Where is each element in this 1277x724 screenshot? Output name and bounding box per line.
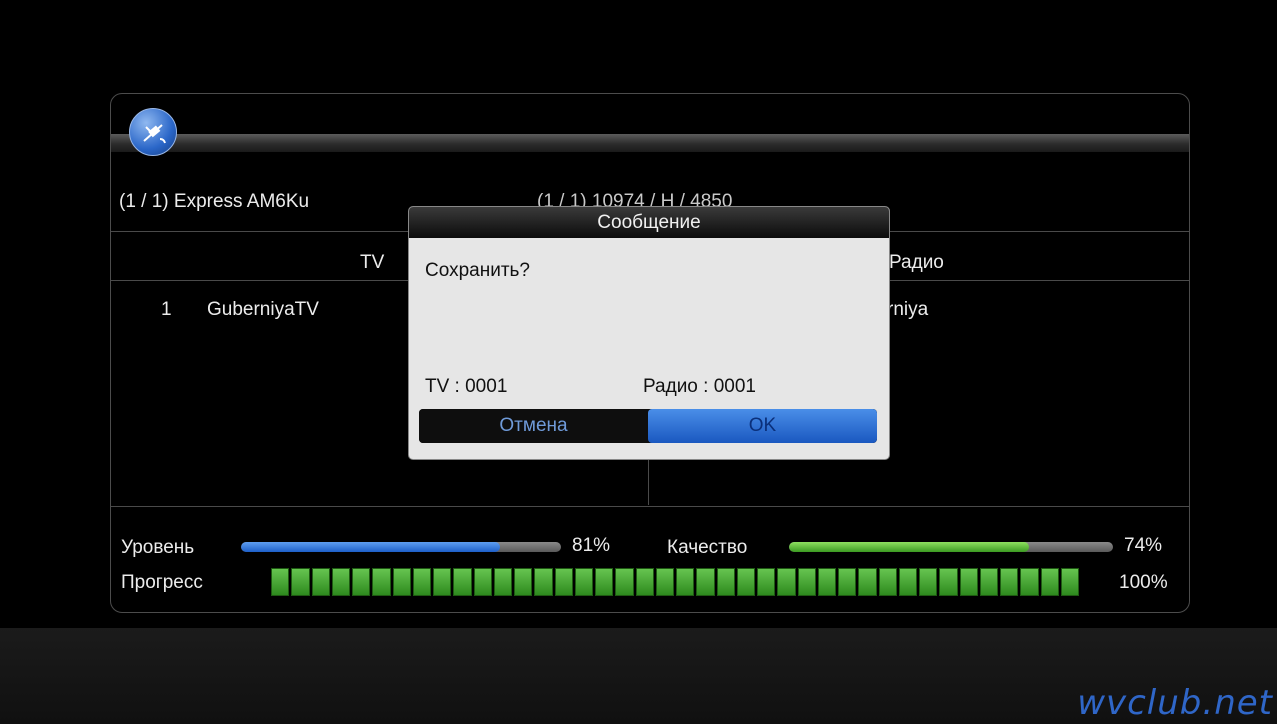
tv-column-header: TV (360, 252, 385, 273)
progress-segment (372, 568, 391, 596)
radio-column-header: Радио (889, 252, 944, 273)
progress-segment (939, 568, 958, 596)
save-dialog: Сообщение Сохранить? TV : 0001 Радио : 0… (409, 207, 889, 459)
progress-segment (959, 568, 978, 596)
dialog-title: Сообщение (409, 207, 889, 238)
dialog-button-bar: Отмена OK (419, 409, 877, 443)
progress-segment (878, 568, 897, 596)
progress-segment (514, 568, 533, 596)
quality-bar (789, 542, 1113, 552)
tv-channel-number: 1 (161, 299, 172, 320)
progress-segment (595, 568, 614, 596)
progress-segment (797, 568, 816, 596)
progress-segment (979, 568, 998, 596)
progress-segment (817, 568, 836, 596)
tv-channel-name[interactable]: GuberniyaTV (207, 300, 319, 319)
progress-segment (1060, 568, 1079, 596)
satellite-info: (1 / 1) Express AM6Ku (119, 191, 310, 212)
level-label: Уровень (121, 537, 195, 558)
progress-segment (311, 568, 330, 596)
progress-segment (777, 568, 796, 596)
progress-segment (898, 568, 917, 596)
progress-label: Прогресс (121, 572, 203, 593)
progress-segment (1020, 568, 1039, 596)
progress-segment (696, 568, 715, 596)
divider (111, 506, 1189, 507)
satellite-icon (129, 108, 177, 156)
progress-segment (554, 568, 573, 596)
quality-bar-fill (789, 542, 1029, 552)
progress-segment (919, 568, 938, 596)
level-bar-fill (241, 542, 501, 552)
progress-segment (412, 568, 431, 596)
progress-segment (291, 568, 310, 596)
level-bar (241, 542, 561, 552)
progress-segment (433, 568, 452, 596)
cancel-button[interactable]: Отмена (419, 409, 648, 443)
level-value: 81% (572, 535, 611, 556)
progress-segment (858, 568, 877, 596)
progress-segment (392, 568, 411, 596)
dialog-question: Сохранить? (425, 260, 530, 281)
progress-segment (757, 568, 776, 596)
quality-label: Качество (667, 537, 748, 558)
panel-header-bar (111, 134, 1189, 152)
progress-segment (534, 568, 553, 596)
radio-channel-name[interactable]: rniya (887, 300, 928, 319)
progress-bar (271, 568, 1079, 596)
quality-value: 74% (1124, 535, 1163, 556)
progress-segment (838, 568, 857, 596)
progress-segment (574, 568, 593, 596)
progress-segment (716, 568, 735, 596)
radio-count: Радио : 0001 (643, 376, 756, 397)
progress-segment (493, 568, 512, 596)
watermark-logo: wvclub.net (1077, 683, 1273, 723)
progress-segment (635, 568, 654, 596)
progress-segment (736, 568, 755, 596)
progress-segment (1000, 568, 1019, 596)
progress-segment (271, 568, 290, 596)
ok-button[interactable]: OK (648, 409, 877, 443)
progress-segment (352, 568, 371, 596)
progress-value: 100% (1119, 572, 1168, 593)
progress-segment (1040, 568, 1059, 596)
tv-count: TV : 0001 (425, 376, 508, 397)
progress-segment (453, 568, 472, 596)
progress-segment (473, 568, 492, 596)
progress-segment (331, 568, 350, 596)
progress-segment (676, 568, 695, 596)
progress-segment (655, 568, 674, 596)
progress-segment (615, 568, 634, 596)
